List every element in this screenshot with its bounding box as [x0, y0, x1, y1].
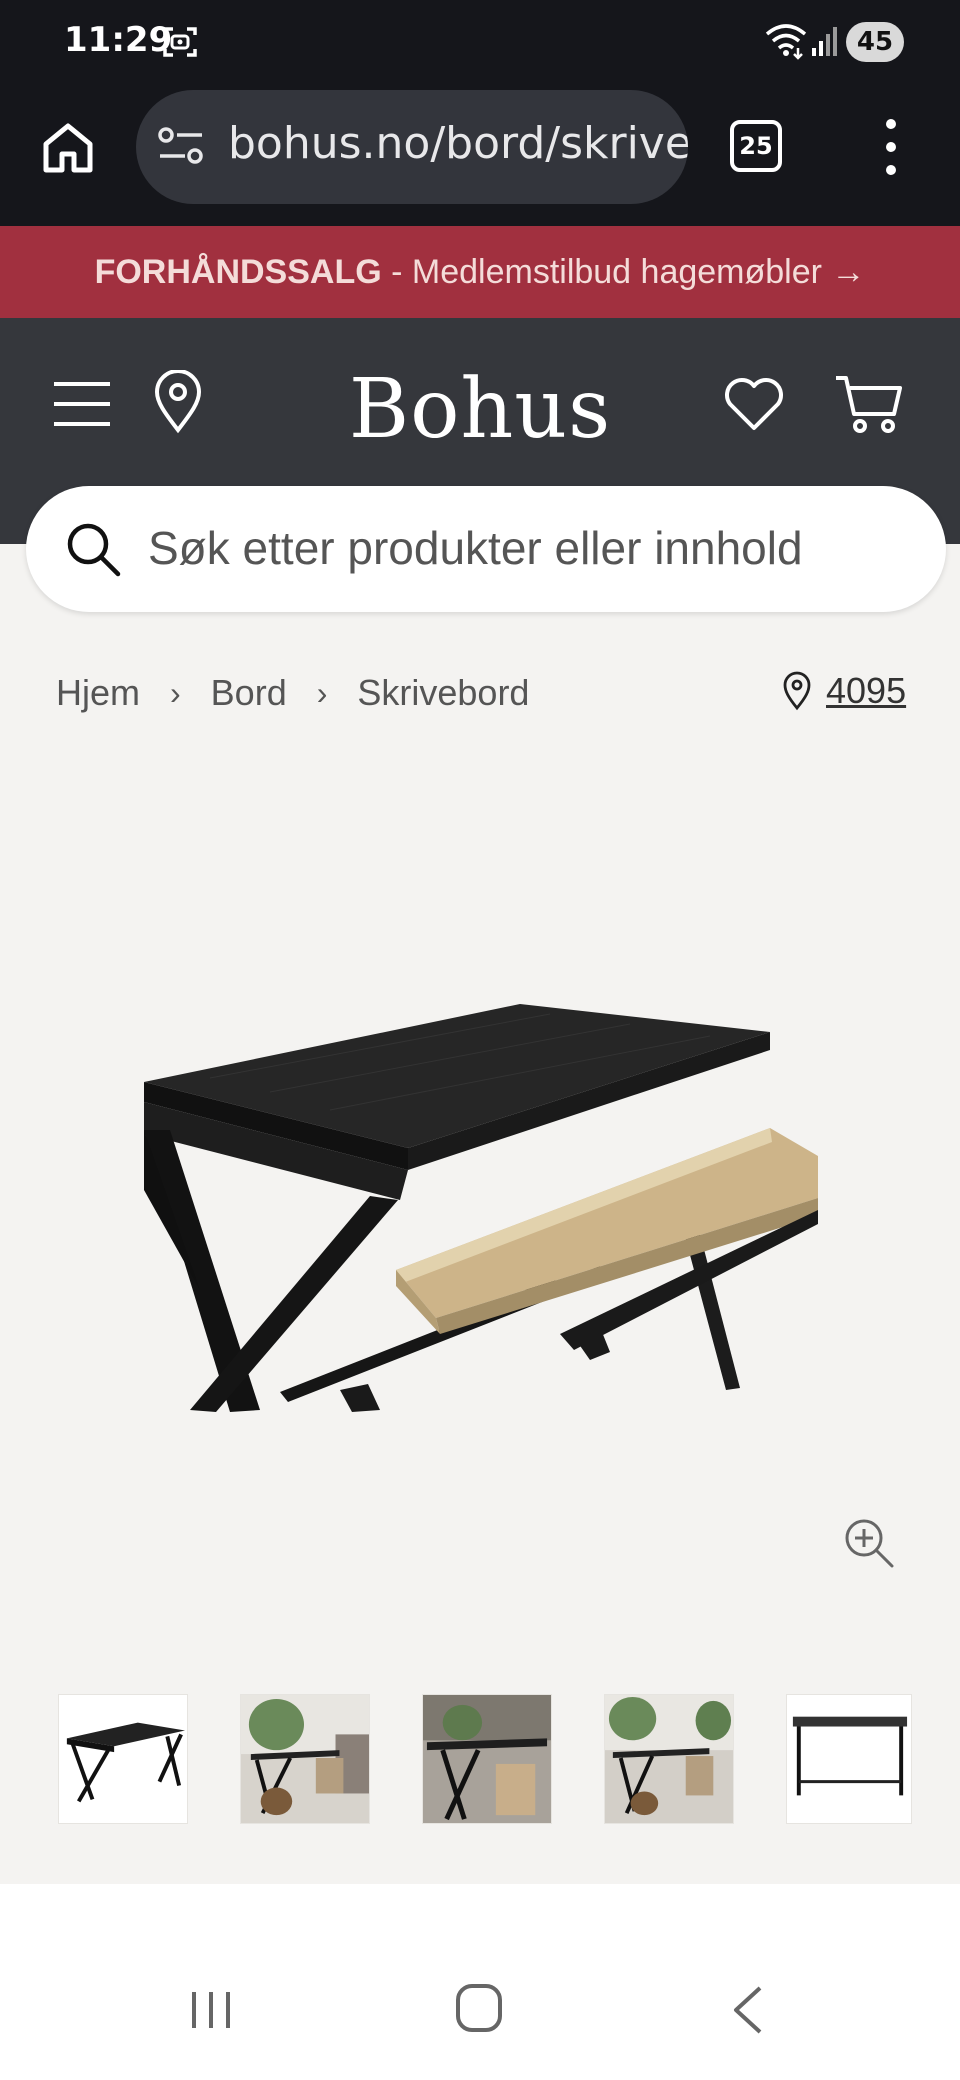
promo-text: - Medlemstilbud hagemøbler →: [381, 253, 866, 291]
product-image[interactable]: [130, 980, 830, 1420]
store-location[interactable]: 4095: [782, 666, 906, 716]
wifi-icon: [765, 24, 807, 60]
chevron-right-icon: ›: [170, 674, 181, 711]
breadcrumb-item-skrivebord[interactable]: Skrivebord: [357, 672, 529, 714]
browser-toolbar: bohus.no/bord/skrivebord 25: [0, 88, 960, 226]
chevron-right-icon: ›: [316, 674, 328, 711]
status-bar: 11:29 45: [0, 0, 960, 88]
site-logo[interactable]: Bohus: [0, 362, 960, 457]
signal-icon: [812, 27, 837, 56]
zoom-in-icon[interactable]: [842, 1516, 896, 1570]
thumbnail-3[interactable]: [422, 1694, 552, 1824]
thumbnail-2[interactable]: [240, 1694, 370, 1824]
thumbnail-4[interactable]: [604, 1694, 734, 1824]
breadcrumb-item-bord[interactable]: Bord: [211, 672, 287, 714]
tab-switcher-button[interactable]: 25: [730, 120, 782, 172]
breadcrumb-item-hjem[interactable]: Hjem: [56, 672, 140, 714]
home-icon[interactable]: [38, 118, 98, 178]
promo-bold-text: FORHÅNDSSALG: [94, 253, 382, 291]
thumbnail-1[interactable]: [58, 1694, 188, 1824]
cart-icon[interactable]: [834, 372, 904, 436]
screenshot-icon: [163, 27, 197, 57]
back-icon[interactable]: [730, 1984, 766, 2036]
status-time: 11:29: [64, 20, 173, 60]
address-bar[interactable]: bohus.no/bord/skrivebord: [136, 90, 688, 204]
home-button-icon[interactable]: [454, 1982, 504, 2036]
url-text: bohus.no/bord/skrivebord: [228, 118, 688, 169]
search-input[interactable]: [148, 508, 850, 588]
recent-apps-icon[interactable]: [188, 1988, 234, 2032]
battery-indicator: 45: [846, 22, 904, 62]
location-pin-icon: [783, 671, 811, 711]
site-settings-icon[interactable]: [158, 126, 204, 166]
favorites-heart-icon[interactable]: [722, 374, 786, 434]
store-postal-code[interactable]: 4095: [826, 670, 906, 712]
thumbnail-5[interactable]: [786, 1694, 912, 1824]
search-icon: [67, 523, 121, 577]
promo-banner[interactable]: FORHÅNDSSALG - Medlemstilbud hagemøbler …: [0, 226, 960, 318]
search-bar[interactable]: [26, 486, 946, 612]
breadcrumb: Hjem › Bord › Skrivebord: [56, 668, 529, 718]
more-menu-icon[interactable]: [876, 116, 906, 178]
system-navigation-bar: [0, 1884, 960, 2080]
thumbnail-strip: [58, 1694, 928, 1824]
